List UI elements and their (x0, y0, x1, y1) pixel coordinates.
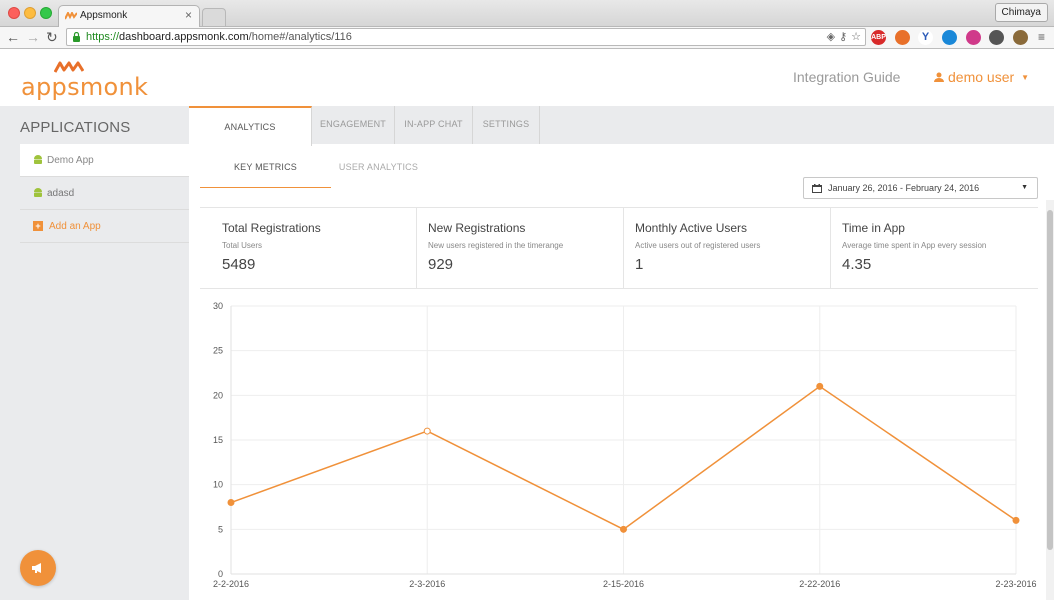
extension-globe-icon[interactable] (989, 30, 1004, 45)
lock-icon (73, 32, 80, 42)
metric-card-time-in-app: Time in App Average time spent in App ev… (831, 208, 1038, 289)
browser-toolbar: ← → ↻ https://dashboard.appsmonk.com/hom… (0, 27, 1054, 49)
registrations-line-chart: 0 5 10 15 20 25 30 2-2-2016 2-3-2016 2-15-2016 2-2… (213, 301, 1037, 589)
appsmonk-logo-icon (54, 61, 84, 73)
new-tab-button[interactable] (202, 8, 226, 26)
data-point (423, 427, 431, 435)
data-point (620, 525, 627, 533)
feedback-button[interactable] (20, 550, 56, 586)
browser-tab[interactable]: Appsmonk × (58, 5, 200, 28)
maximize-window-button[interactable] (40, 7, 52, 19)
date-range-text: January 26, 2016 - February 24, 2016 (828, 183, 980, 193)
add-app-button[interactable]: + Add an App (20, 210, 189, 243)
date-range-picker[interactable]: January 26, 2016 - February 24, 2016 ▼ (803, 177, 1038, 199)
metric-value: 1 (635, 256, 644, 273)
tab-close-icon[interactable]: × (185, 8, 192, 22)
metric-subtitle: New users registered in the timerange (428, 241, 564, 250)
user-menu[interactable]: demo user ▼ (934, 69, 1029, 85)
forward-icon[interactable]: → (26, 29, 40, 45)
y-tick-label: 10 (213, 480, 223, 490)
plus-icon: + (33, 221, 43, 231)
url-text: https://dashboard.appsmonk.com/home#/ana… (86, 31, 352, 43)
chart-container: 0 5 10 15 20 25 30 2-2-2016 2-3-2016 2-15-2016 2-2… (189, 290, 1049, 600)
data-point (227, 499, 235, 507)
browser-titlebar: Appsmonk × Chimaya (0, 0, 1054, 28)
bookmark-star-icon[interactable]: ☆ (851, 30, 861, 43)
adblock-extension-icon[interactable]: ABP (871, 30, 886, 45)
metric-title: New Registrations (428, 221, 526, 235)
extension-tools-icon[interactable] (1013, 30, 1028, 45)
add-app-label: Add an App (49, 220, 101, 232)
metric-card-total-registrations: Total Registrations Total Users 5489 (200, 208, 417, 289)
x-tick-label: 2-15-2016 (603, 579, 644, 589)
megaphone-icon (32, 563, 41, 573)
metric-subtitle: Average time spent in App every session (842, 241, 987, 250)
android-icon (34, 188, 42, 197)
main-tabbar: ANALYTICS ENGAGEMENT IN-APP CHAT SETTING… (189, 106, 1054, 146)
metric-value: 5489 (222, 256, 256, 273)
metric-value: 4.35 (842, 256, 872, 273)
metric-card-new-registrations: New Registrations New users registered i… (417, 208, 624, 289)
metrics-row: Total Registrations Total Users 5489 New… (200, 207, 1038, 289)
y-tick-label: 15 (213, 435, 223, 445)
metric-card-monthly-active-users: Monthly Active Users Active users out of… (624, 208, 831, 289)
x-tick-label: 2-3-2016 (409, 579, 445, 589)
shield-icon[interactable]: ◈ (827, 30, 835, 43)
sidebar-item-demo-app[interactable]: Demo App (20, 144, 189, 177)
tab-analytics[interactable]: ANALYTICS (189, 106, 312, 146)
data-point (1012, 516, 1020, 524)
y-tick-label: 25 (213, 346, 223, 356)
metric-value: 929 (428, 256, 454, 273)
tab-settings[interactable]: SETTINGS (473, 106, 540, 144)
sidebar-title: APPLICATIONS (20, 119, 131, 136)
user-icon (934, 72, 944, 82)
tab-engagement[interactable]: ENGAGEMENT (312, 106, 395, 144)
y-tick-label: 30 (213, 301, 223, 311)
x-tick-label: 2-23-2016 (995, 579, 1036, 589)
metric-subtitle: Total Users (222, 241, 263, 250)
logo-text[interactable]: appsmonk (21, 73, 148, 101)
browser-tab-title: Appsmonk (80, 10, 128, 21)
subtab-user-analytics[interactable]: USER ANALYTICS (331, 150, 426, 188)
y-tick-label: 0 (218, 569, 223, 579)
appsmonk-favicon-icon (65, 12, 77, 20)
close-window-button[interactable] (8, 7, 20, 19)
tab-in-app-chat[interactable]: IN-APP CHAT (395, 106, 473, 144)
address-bar[interactable]: https://dashboard.appsmonk.com/home#/ana… (66, 28, 866, 46)
y-tick-label: 5 (218, 524, 223, 534)
user-name: demo user (948, 69, 1015, 85)
y-tick-label: 20 (213, 390, 223, 400)
metric-title: Monthly Active Users (635, 221, 748, 235)
subtab-key-metrics[interactable]: KEY METRICS (200, 150, 331, 188)
chevron-down-icon: ▼ (1021, 72, 1030, 82)
profile-button[interactable]: Chimaya (994, 3, 1048, 22)
extension-square-icon[interactable] (966, 30, 981, 45)
calendar-icon (812, 183, 822, 193)
extension-v-icon[interactable]: Y (918, 30, 933, 45)
reload-icon[interactable]: ↻ (46, 29, 58, 45)
x-tick-label: 2-22-2016 (799, 579, 840, 589)
metric-subtitle: Active users out of registered users (635, 241, 761, 250)
sidebar-item-label: adasd (47, 187, 75, 199)
integration-guide-link[interactable]: Integration Guide (793, 69, 900, 85)
sidebar-item-adasd[interactable]: adasd (20, 177, 189, 210)
android-icon (34, 155, 42, 164)
extension-arrow-icon[interactable] (942, 30, 957, 45)
key-icon[interactable]: ⚷ (839, 30, 847, 43)
sidebar-item-label: Demo App (47, 154, 94, 166)
scrollbar-thumb[interactable] (1047, 210, 1053, 550)
metric-title: Time in App (842, 221, 905, 235)
data-point (816, 382, 824, 390)
back-icon[interactable]: ← (6, 29, 20, 45)
x-tick-label: 2-2-2016 (213, 579, 249, 589)
page-scrollbar[interactable] (1046, 200, 1054, 600)
chevron-down-icon: ▼ (1021, 184, 1028, 191)
minimize-window-button[interactable] (24, 7, 36, 19)
browser-menu-icon[interactable]: ≡ (1038, 29, 1045, 45)
metric-title: Total Registrations (222, 221, 321, 235)
extension-fox-icon[interactable] (895, 30, 910, 45)
